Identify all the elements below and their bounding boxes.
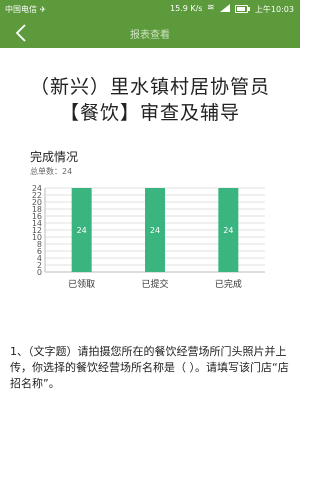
signal-icon (219, 3, 231, 15)
network-speed: 15.9 K/s (170, 4, 203, 13)
chart-title: 完成情况 (30, 150, 79, 164)
question-text: 1、（文字题）请拍摄您所在的餐饮经营场所门头照片并上传，你选择的餐饮经营场所名称… (10, 345, 289, 390)
wifi-icon: ≋ (207, 3, 215, 13)
title-bar: 报表查看 (0, 18, 300, 48)
page-header-title: 报表查看 (130, 30, 170, 41)
status-bar: 中国电信 ✈ 15.9 K/s ≋ 上午10:03 (0, 0, 300, 18)
x-tick-label: 已完成 (215, 278, 242, 290)
x-tick-label: 已提交 (141, 278, 168, 290)
battery-icon (235, 5, 250, 13)
clock: 上午10:03 (254, 5, 294, 14)
total-count: 总单数：24 (30, 167, 73, 176)
completion-bar-chart: 02468101214161820222424已领取24已提交24已完成 (32, 184, 265, 290)
bar-value-label: 24 (150, 226, 160, 235)
page-title-line-1: （新兴）里水镇村居协管员 (29, 76, 270, 98)
bar-value-label: 24 (223, 226, 233, 235)
page-title-line-2: 【餐饮】审查及辅导 (59, 102, 240, 124)
bar-value-label: 24 (77, 226, 87, 235)
carrier-label: 中国电信 ✈ (5, 5, 47, 14)
y-tick-label: 24 (32, 184, 42, 193)
x-tick-label: 已领取 (68, 278, 95, 290)
